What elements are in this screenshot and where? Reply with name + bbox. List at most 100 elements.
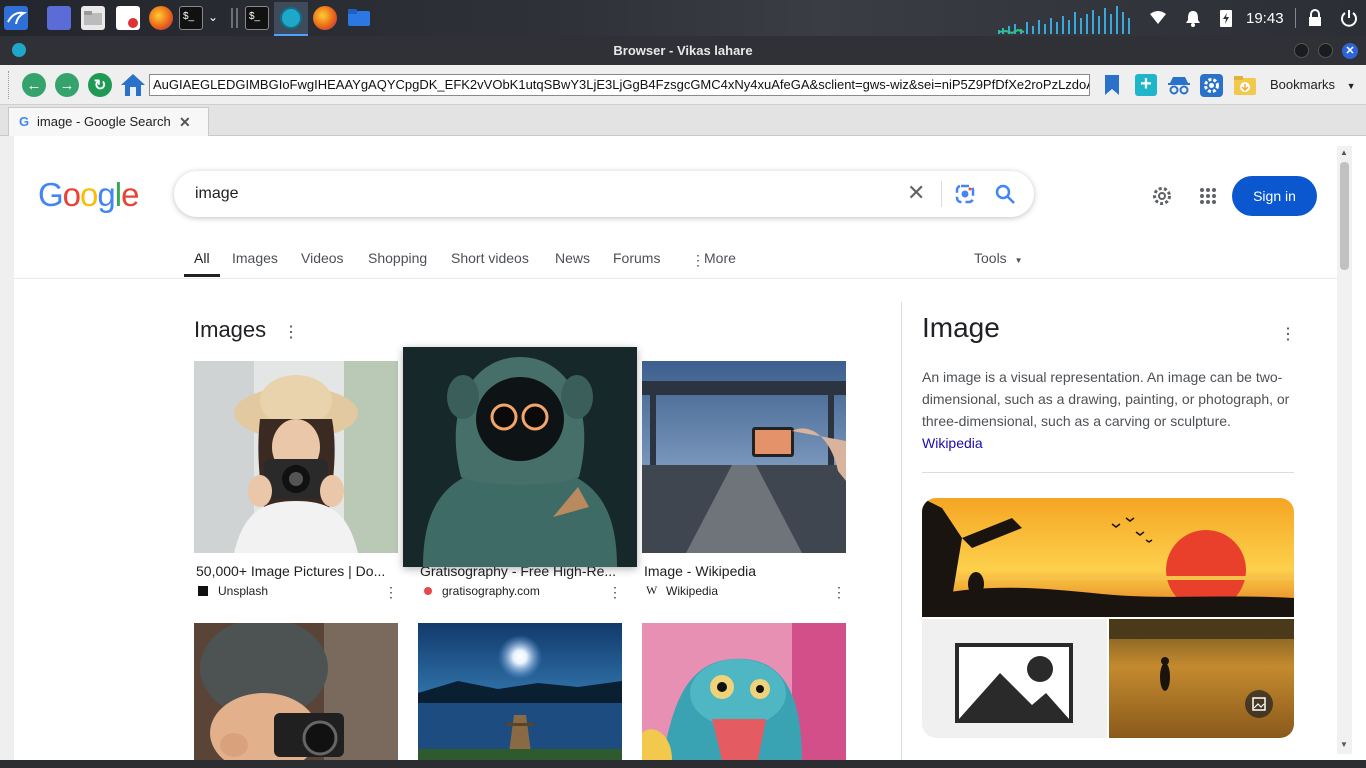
terminal-task-icon[interactable]: $_ bbox=[245, 6, 269, 30]
text-editor-icon[interactable] bbox=[116, 6, 140, 30]
tab-all[interactable]: All bbox=[194, 250, 210, 266]
image-icon[interactable] bbox=[1245, 690, 1273, 718]
kali-menu-icon[interactable] bbox=[4, 6, 28, 30]
firefox-task-icon[interactable] bbox=[313, 6, 337, 30]
notification-bell-icon[interactable] bbox=[1185, 0, 1201, 36]
image-result-bridge[interactable] bbox=[642, 361, 846, 553]
tab-title: image - Google Search bbox=[37, 114, 171, 129]
folder-task-icon[interactable] bbox=[347, 6, 371, 30]
caret-down-icon: ▼ bbox=[1014, 256, 1023, 265]
scroll-up-arrow-icon[interactable]: ▲ bbox=[1340, 148, 1348, 157]
more-vertical-icon[interactable]: ⋮ bbox=[691, 252, 705, 269]
workspace-icon[interactable] bbox=[47, 6, 71, 30]
panel-divider bbox=[901, 302, 902, 760]
window-titlebar[interactable]: Browser - Vikas lahare ✕ bbox=[0, 36, 1366, 65]
image-result-source[interactable]: Unsplash bbox=[218, 584, 268, 598]
image-result-lake-moon[interactable] bbox=[418, 623, 622, 760]
incognito-icon[interactable] bbox=[1167, 75, 1191, 95]
scroll-down-arrow-icon[interactable]: ▼ bbox=[1340, 740, 1348, 749]
file-manager-icon[interactable] bbox=[81, 6, 105, 30]
minimize-button[interactable] bbox=[1294, 43, 1309, 58]
power-icon[interactable] bbox=[1340, 0, 1358, 36]
tab-more[interactable]: More bbox=[704, 250, 736, 266]
chevron-down-icon[interactable]: ⌄ bbox=[208, 10, 218, 24]
google-logo[interactable]: Google bbox=[38, 176, 139, 214]
window-title: Browser - Vikas lahare bbox=[613, 43, 753, 58]
tools-label: Tools bbox=[974, 250, 1007, 266]
knowledge-panel-separator bbox=[922, 472, 1294, 473]
result-more-options-icon[interactable]: ⋮ bbox=[384, 584, 398, 601]
image-result-source[interactable]: gratisography.com bbox=[442, 584, 540, 598]
search-divider bbox=[941, 181, 942, 207]
images-heading: Images bbox=[194, 317, 267, 342]
web-page: Google image ✕ Sign in All Images Videos… bbox=[0, 136, 1366, 760]
dropdown-arrow-icon: ▼ bbox=[1346, 81, 1356, 91]
back-button[interactable]: ← bbox=[22, 73, 46, 97]
maximize-button[interactable] bbox=[1318, 43, 1333, 58]
browser-task-icon[interactable] bbox=[274, 2, 308, 36]
tab-news[interactable]: News bbox=[555, 250, 590, 266]
knowledge-image-placeholder[interactable] bbox=[922, 619, 1107, 738]
scrollbar-thumb[interactable] bbox=[1340, 162, 1349, 270]
wikipedia-logo-icon: W bbox=[646, 583, 658, 597]
result-more-options-icon[interactable]: ⋮ bbox=[608, 584, 622, 601]
tab-all-underline bbox=[184, 274, 220, 277]
image-result-camera-beanie[interactable] bbox=[194, 623, 398, 760]
gratisography-logo-icon bbox=[424, 587, 432, 595]
bookmarks-label: Bookmarks bbox=[1270, 77, 1336, 92]
search-box[interactable]: image ✕ bbox=[174, 171, 1034, 217]
url-input[interactable]: AuGIAEGLEDGIMBGIoFwgIHEAAYgAQYCpgDK_EFK2… bbox=[149, 74, 1090, 96]
tab-short-videos[interactable]: Short videos bbox=[451, 250, 529, 266]
tab-google-search[interactable]: G image - Google Search ✕ bbox=[8, 107, 209, 136]
downloads-folder-icon[interactable] bbox=[1233, 74, 1257, 96]
image-result-title[interactable]: Image - Wikipedia bbox=[644, 563, 838, 579]
battery-charging-icon[interactable] bbox=[1219, 0, 1233, 36]
network-activity-graph bbox=[996, 4, 1138, 35]
terminal-icon[interactable]: $_ bbox=[179, 6, 203, 30]
window-bottom-border bbox=[0, 760, 1366, 768]
page-scrollbar[interactable]: ▲ ▼ bbox=[1337, 146, 1352, 754]
sign-in-button[interactable]: Sign in bbox=[1232, 176, 1317, 216]
image-result-hooded-figure[interactable] bbox=[403, 347, 637, 567]
add-bookmark-button[interactable]: + bbox=[1135, 74, 1157, 96]
clear-search-icon[interactable]: ✕ bbox=[907, 182, 925, 204]
tab-images[interactable]: Images bbox=[232, 250, 278, 266]
settings-icon[interactable] bbox=[1150, 184, 1174, 208]
bookmark-icon[interactable] bbox=[1103, 74, 1121, 96]
knowledge-panel-options-icon[interactable]: ⋮ bbox=[1280, 324, 1296, 344]
settings-gear-icon[interactable] bbox=[1200, 74, 1223, 97]
wifi-icon[interactable] bbox=[1149, 0, 1167, 36]
knowledge-image-field[interactable] bbox=[1109, 619, 1294, 738]
forward-button[interactable]: → bbox=[55, 73, 79, 97]
unsplash-logo-icon bbox=[198, 586, 208, 596]
tab-videos[interactable]: Videos bbox=[301, 250, 344, 266]
close-tab-icon[interactable]: ✕ bbox=[179, 108, 191, 136]
images-more-options-icon[interactable]: ⋮ bbox=[283, 322, 299, 342]
clock[interactable]: 19:43 bbox=[1246, 0, 1284, 36]
lens-camera-icon[interactable] bbox=[955, 184, 975, 204]
tab-shopping[interactable]: Shopping bbox=[368, 250, 427, 266]
knowledge-image-sunset[interactable] bbox=[922, 498, 1294, 617]
wikipedia-link[interactable]: Wikipedia bbox=[922, 432, 1294, 454]
home-button[interactable] bbox=[120, 72, 146, 98]
result-more-options-icon[interactable]: ⋮ bbox=[832, 584, 846, 601]
image-result-photographer[interactable] bbox=[194, 361, 398, 553]
close-window-button[interactable]: ✕ bbox=[1342, 43, 1358, 59]
apps-grid-icon[interactable] bbox=[1199, 187, 1217, 205]
google-favicon-icon: G bbox=[19, 114, 30, 129]
lock-icon[interactable] bbox=[1307, 0, 1323, 36]
bookmarks-menu[interactable]: Bookmarks ▼ bbox=[1270, 77, 1356, 92]
firefox-icon[interactable] bbox=[149, 6, 173, 30]
knowledge-panel-title: Image bbox=[922, 312, 1000, 343]
taskbar-separator bbox=[1295, 8, 1296, 28]
tools-button[interactable]: Tools ▼ bbox=[974, 250, 1023, 266]
search-icon[interactable] bbox=[994, 183, 1016, 205]
reload-button[interactable]: ↻ bbox=[88, 73, 112, 97]
navbar-grip bbox=[8, 71, 11, 99]
search-input[interactable]: image bbox=[195, 185, 239, 203]
header-divider bbox=[14, 278, 1337, 279]
image-result-title[interactable]: 50,000+ Image Pictures | Do... bbox=[196, 563, 390, 579]
image-result-source[interactable]: Wikipedia bbox=[666, 584, 718, 598]
image-result-chameleon[interactable] bbox=[642, 623, 846, 760]
tab-forums[interactable]: Forums bbox=[613, 250, 660, 266]
